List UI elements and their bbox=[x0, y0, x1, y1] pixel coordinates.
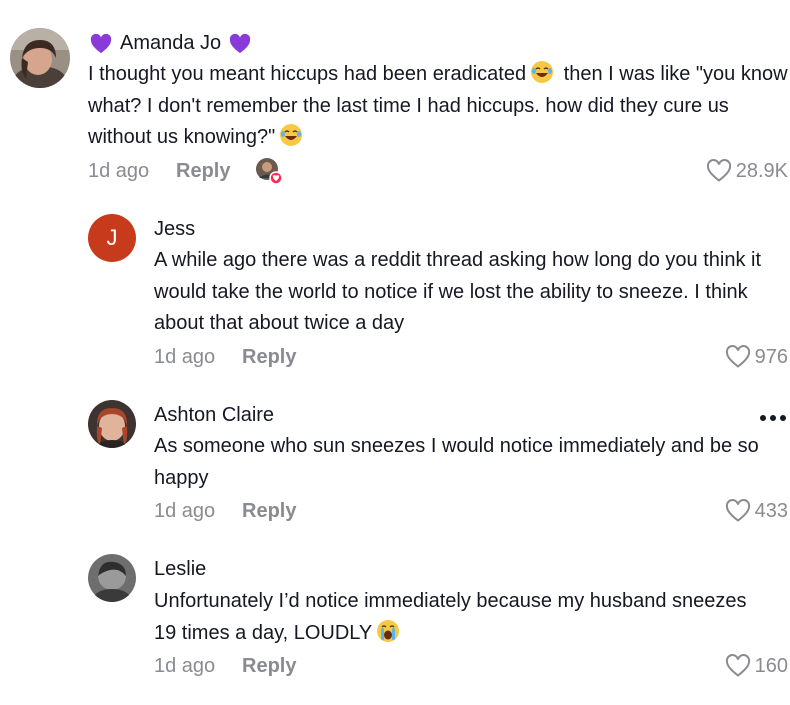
comment-text: A while ago there was a reddit thread as… bbox=[154, 249, 762, 334]
comment-author[interactable]: Amanda Jo bbox=[120, 32, 221, 55]
like-count: 433 bbox=[754, 499, 788, 522]
avatar-letter: J bbox=[106, 225, 118, 250]
creator-liked-icon bbox=[256, 158, 282, 184]
heart-outline-icon bbox=[725, 499, 750, 522]
reply-button[interactable]: Reply bbox=[176, 160, 230, 183]
avatar[interactable]: J bbox=[88, 214, 136, 262]
comment-author[interactable]: Jess bbox=[154, 218, 195, 241]
laughing-tears-emoji-icon bbox=[531, 61, 554, 83]
like-count: 28.9K bbox=[735, 159, 788, 182]
purple-heart-emoji-icon bbox=[230, 33, 251, 53]
comment-time: 1d ago bbox=[154, 655, 216, 677]
crying-face-emoji-icon bbox=[377, 619, 400, 642]
reply-button[interactable]: Reply bbox=[242, 346, 296, 369]
laughing-tears-emoji-icon bbox=[280, 124, 303, 146]
heart-outline-icon bbox=[706, 159, 731, 182]
like-button[interactable]: 433 bbox=[725, 499, 788, 523]
comment-time: 1d ago bbox=[88, 160, 150, 182]
like-count: 160 bbox=[754, 654, 788, 677]
like-button[interactable]: 976 bbox=[725, 345, 788, 369]
reply-button[interactable]: Reply bbox=[242, 500, 296, 523]
comment-author[interactable]: Leslie bbox=[154, 558, 206, 581]
like-count: 976 bbox=[754, 345, 788, 368]
reply-button[interactable]: Reply bbox=[242, 655, 296, 678]
comment-time: 1d ago bbox=[154, 500, 216, 522]
avatar[interactable] bbox=[10, 28, 70, 88]
comment-author[interactable]: Ashton Claire bbox=[154, 404, 274, 427]
avatar[interactable] bbox=[88, 400, 136, 448]
more-options-icon[interactable] bbox=[760, 415, 786, 421]
comment-text: Unfortunately I’d notice immediately bec… bbox=[154, 590, 747, 644]
like-button[interactable]: 28.9K bbox=[706, 159, 788, 183]
avatar[interactable] bbox=[88, 554, 136, 602]
comment-text: I thought you meant hiccups had been era… bbox=[88, 59, 788, 154]
like-button[interactable]: 160 bbox=[725, 654, 788, 678]
purple-heart-emoji-icon bbox=[90, 33, 112, 53]
comment-text: As someone who sun sneezes I would notic… bbox=[154, 435, 759, 489]
heart-outline-icon bbox=[725, 345, 750, 368]
comment-time: 1d ago bbox=[154, 346, 216, 368]
heart-outline-icon bbox=[725, 654, 750, 677]
